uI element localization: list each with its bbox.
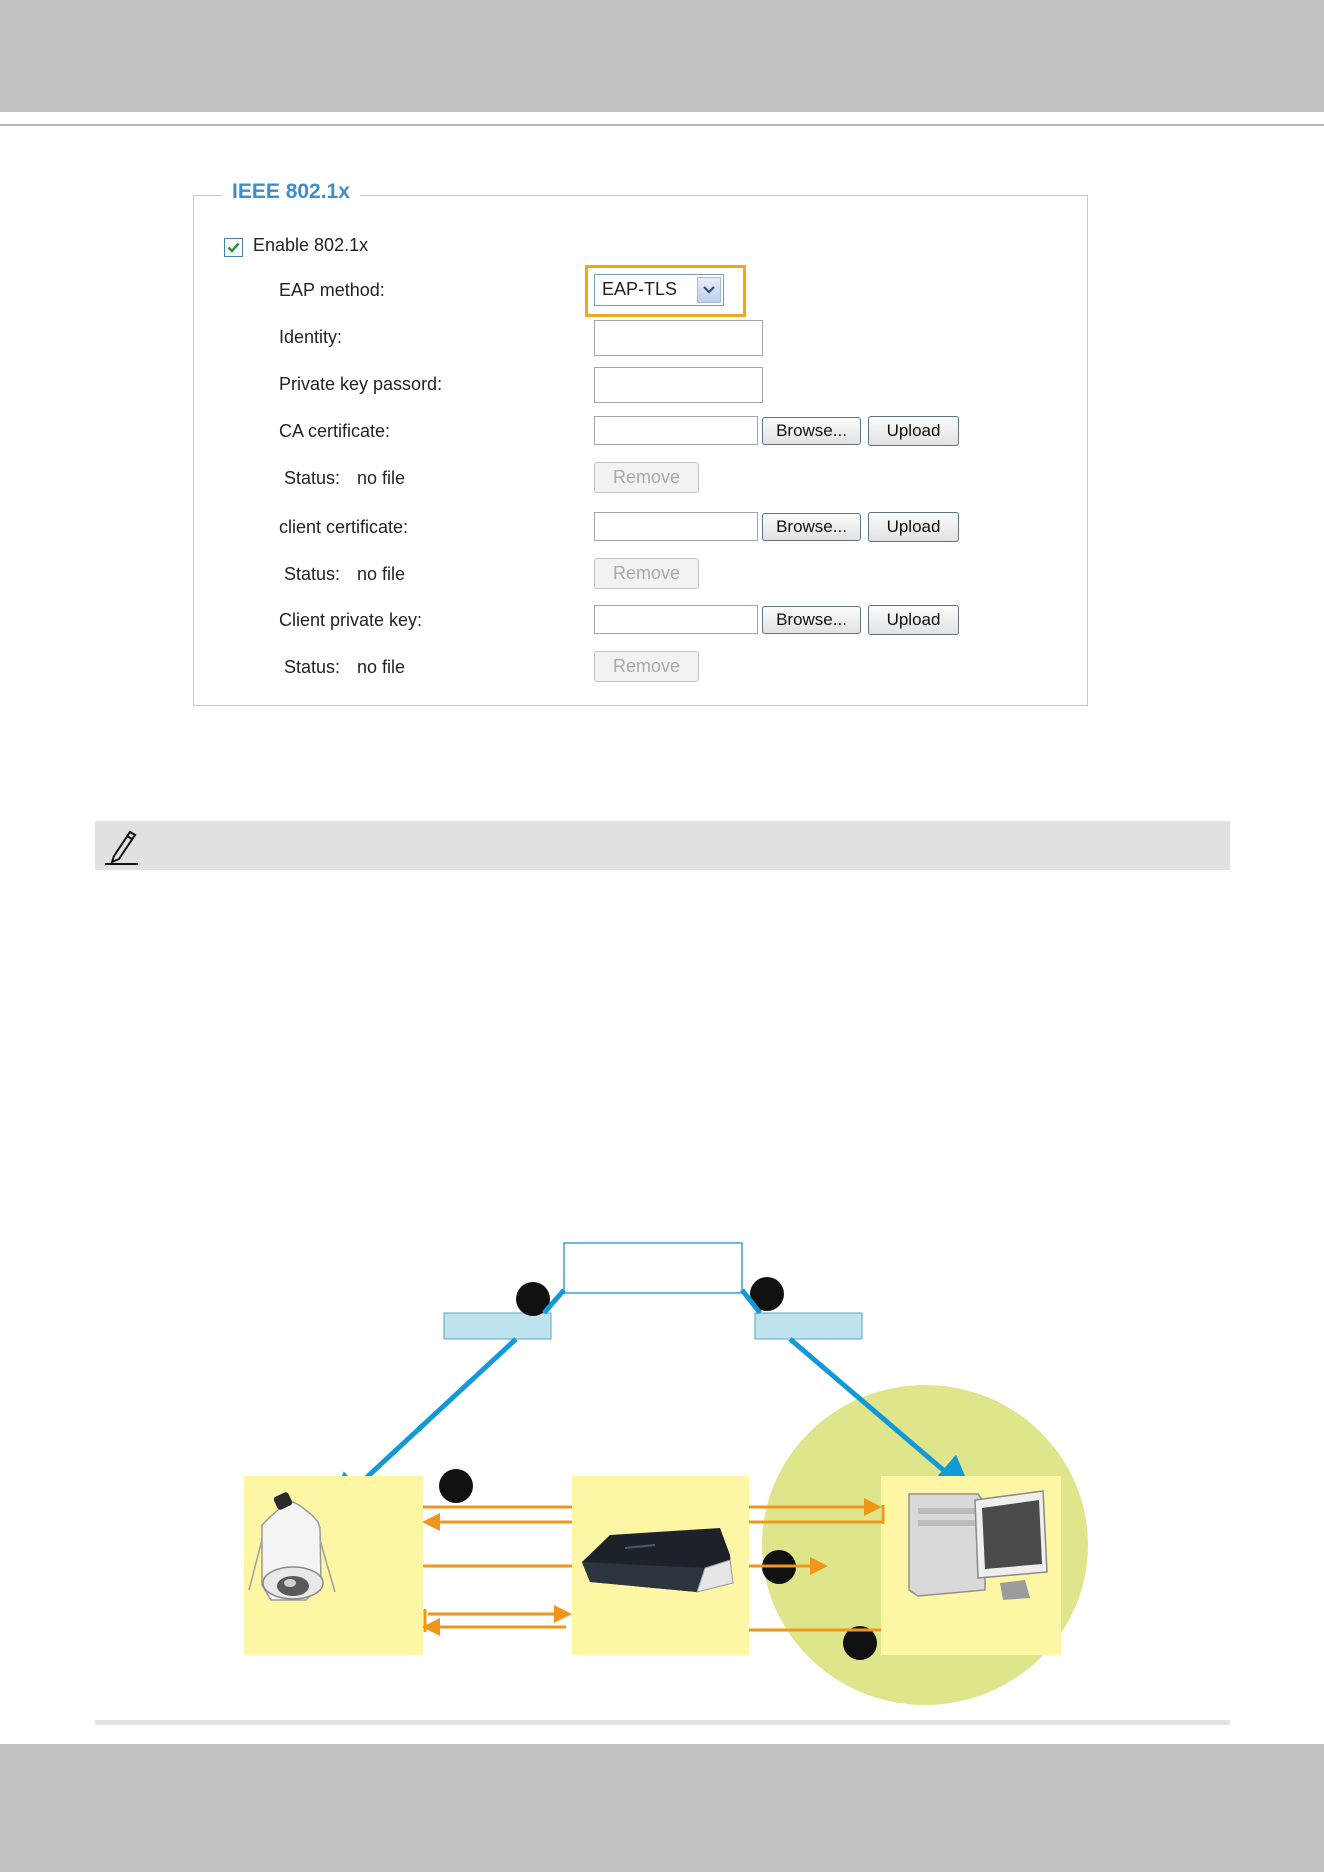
- client-certificate-browse-button[interactable]: Browse...: [762, 513, 861, 541]
- client-certificate-remove-button[interactable]: Remove: [594, 558, 699, 589]
- authentication-zone: [762, 1385, 1088, 1705]
- private-key-password-label: Private key passord:: [279, 374, 443, 394]
- left-cert-label-box: [443, 1312, 552, 1340]
- client-certificate-label: client certificate:: [279, 517, 409, 537]
- ca-status-label: Status:: [284, 468, 341, 488]
- cert-arrow-to-camera: [542, 1288, 566, 1315]
- eap-method-select[interactable]: EAP-TLS: [594, 274, 724, 306]
- eap-method-label: EAP method:: [279, 280, 385, 300]
- step-marker: [439, 1469, 473, 1503]
- certificate-authority-box: [563, 1242, 743, 1294]
- client-private-key-remove-button[interactable]: Remove: [594, 651, 699, 682]
- camera-icon: [248, 1492, 336, 1601]
- identity-label: Identity:: [279, 327, 343, 347]
- step-marker: [516, 1282, 550, 1316]
- client-key-status-label: Status:: [284, 657, 341, 677]
- cert-arrow-to-camera: [327, 1337, 518, 1514]
- ca-certificate-remove-button[interactable]: Remove: [594, 462, 699, 493]
- step-marker: [750, 1277, 784, 1311]
- ca-certificate-browse-button[interactable]: Browse...: [762, 417, 861, 445]
- server-box: [881, 1476, 1061, 1655]
- ca-certificate-label: CA certificate:: [279, 421, 391, 441]
- client-certificate-upload-button[interactable]: Upload: [868, 512, 959, 542]
- checkmark-icon: [227, 242, 240, 253]
- step-marker: [843, 1626, 877, 1660]
- private-key-password-input[interactable]: [594, 367, 763, 403]
- panel-title: IEEE 802.1x: [222, 180, 360, 204]
- switch-box: [572, 1476, 749, 1655]
- computer-server-icon: [908, 1490, 1048, 1600]
- cert-arrow-to-server: [740, 1288, 762, 1315]
- header-divider: [0, 124, 1324, 126]
- client-private-key-label: Client private key:: [279, 610, 423, 630]
- note-strip: [95, 821, 1230, 870]
- client-private-key-upload-button[interactable]: Upload: [868, 605, 959, 635]
- client-key-status-value: no file: [357, 657, 406, 677]
- page-footer-bar: [0, 1744, 1324, 1872]
- enable-8021x-label: Enable 802.1x: [253, 235, 369, 255]
- ca-certificate-file-input[interactable]: [594, 416, 758, 445]
- cert-arrow-to-server: [788, 1337, 974, 1496]
- enable-8021x-checkbox[interactable]: [224, 238, 243, 257]
- client-certificate-file-input[interactable]: [594, 512, 758, 541]
- ca-certificate-upload-button[interactable]: Upload: [868, 416, 959, 446]
- identity-input[interactable]: [594, 320, 763, 356]
- eap-method-value: EAP-TLS: [602, 279, 678, 299]
- step-marker: [762, 1550, 796, 1584]
- network-switch-icon: [582, 1528, 734, 1593]
- ca-status-value: no file: [357, 468, 406, 488]
- client-private-key-file-input[interactable]: [594, 605, 758, 634]
- right-cert-label-box: [754, 1312, 863, 1340]
- chevron-down-icon[interactable]: [697, 277, 721, 303]
- camera-box: [244, 1476, 423, 1655]
- client-cert-status-label: Status:: [284, 564, 341, 584]
- client-cert-status-value: no file: [357, 564, 406, 584]
- pencil-note-icon: [100, 826, 142, 873]
- client-private-key-browse-button[interactable]: Browse...: [762, 606, 861, 634]
- page-header-bar: [0, 0, 1324, 112]
- footer-divider: [95, 1720, 1230, 1725]
